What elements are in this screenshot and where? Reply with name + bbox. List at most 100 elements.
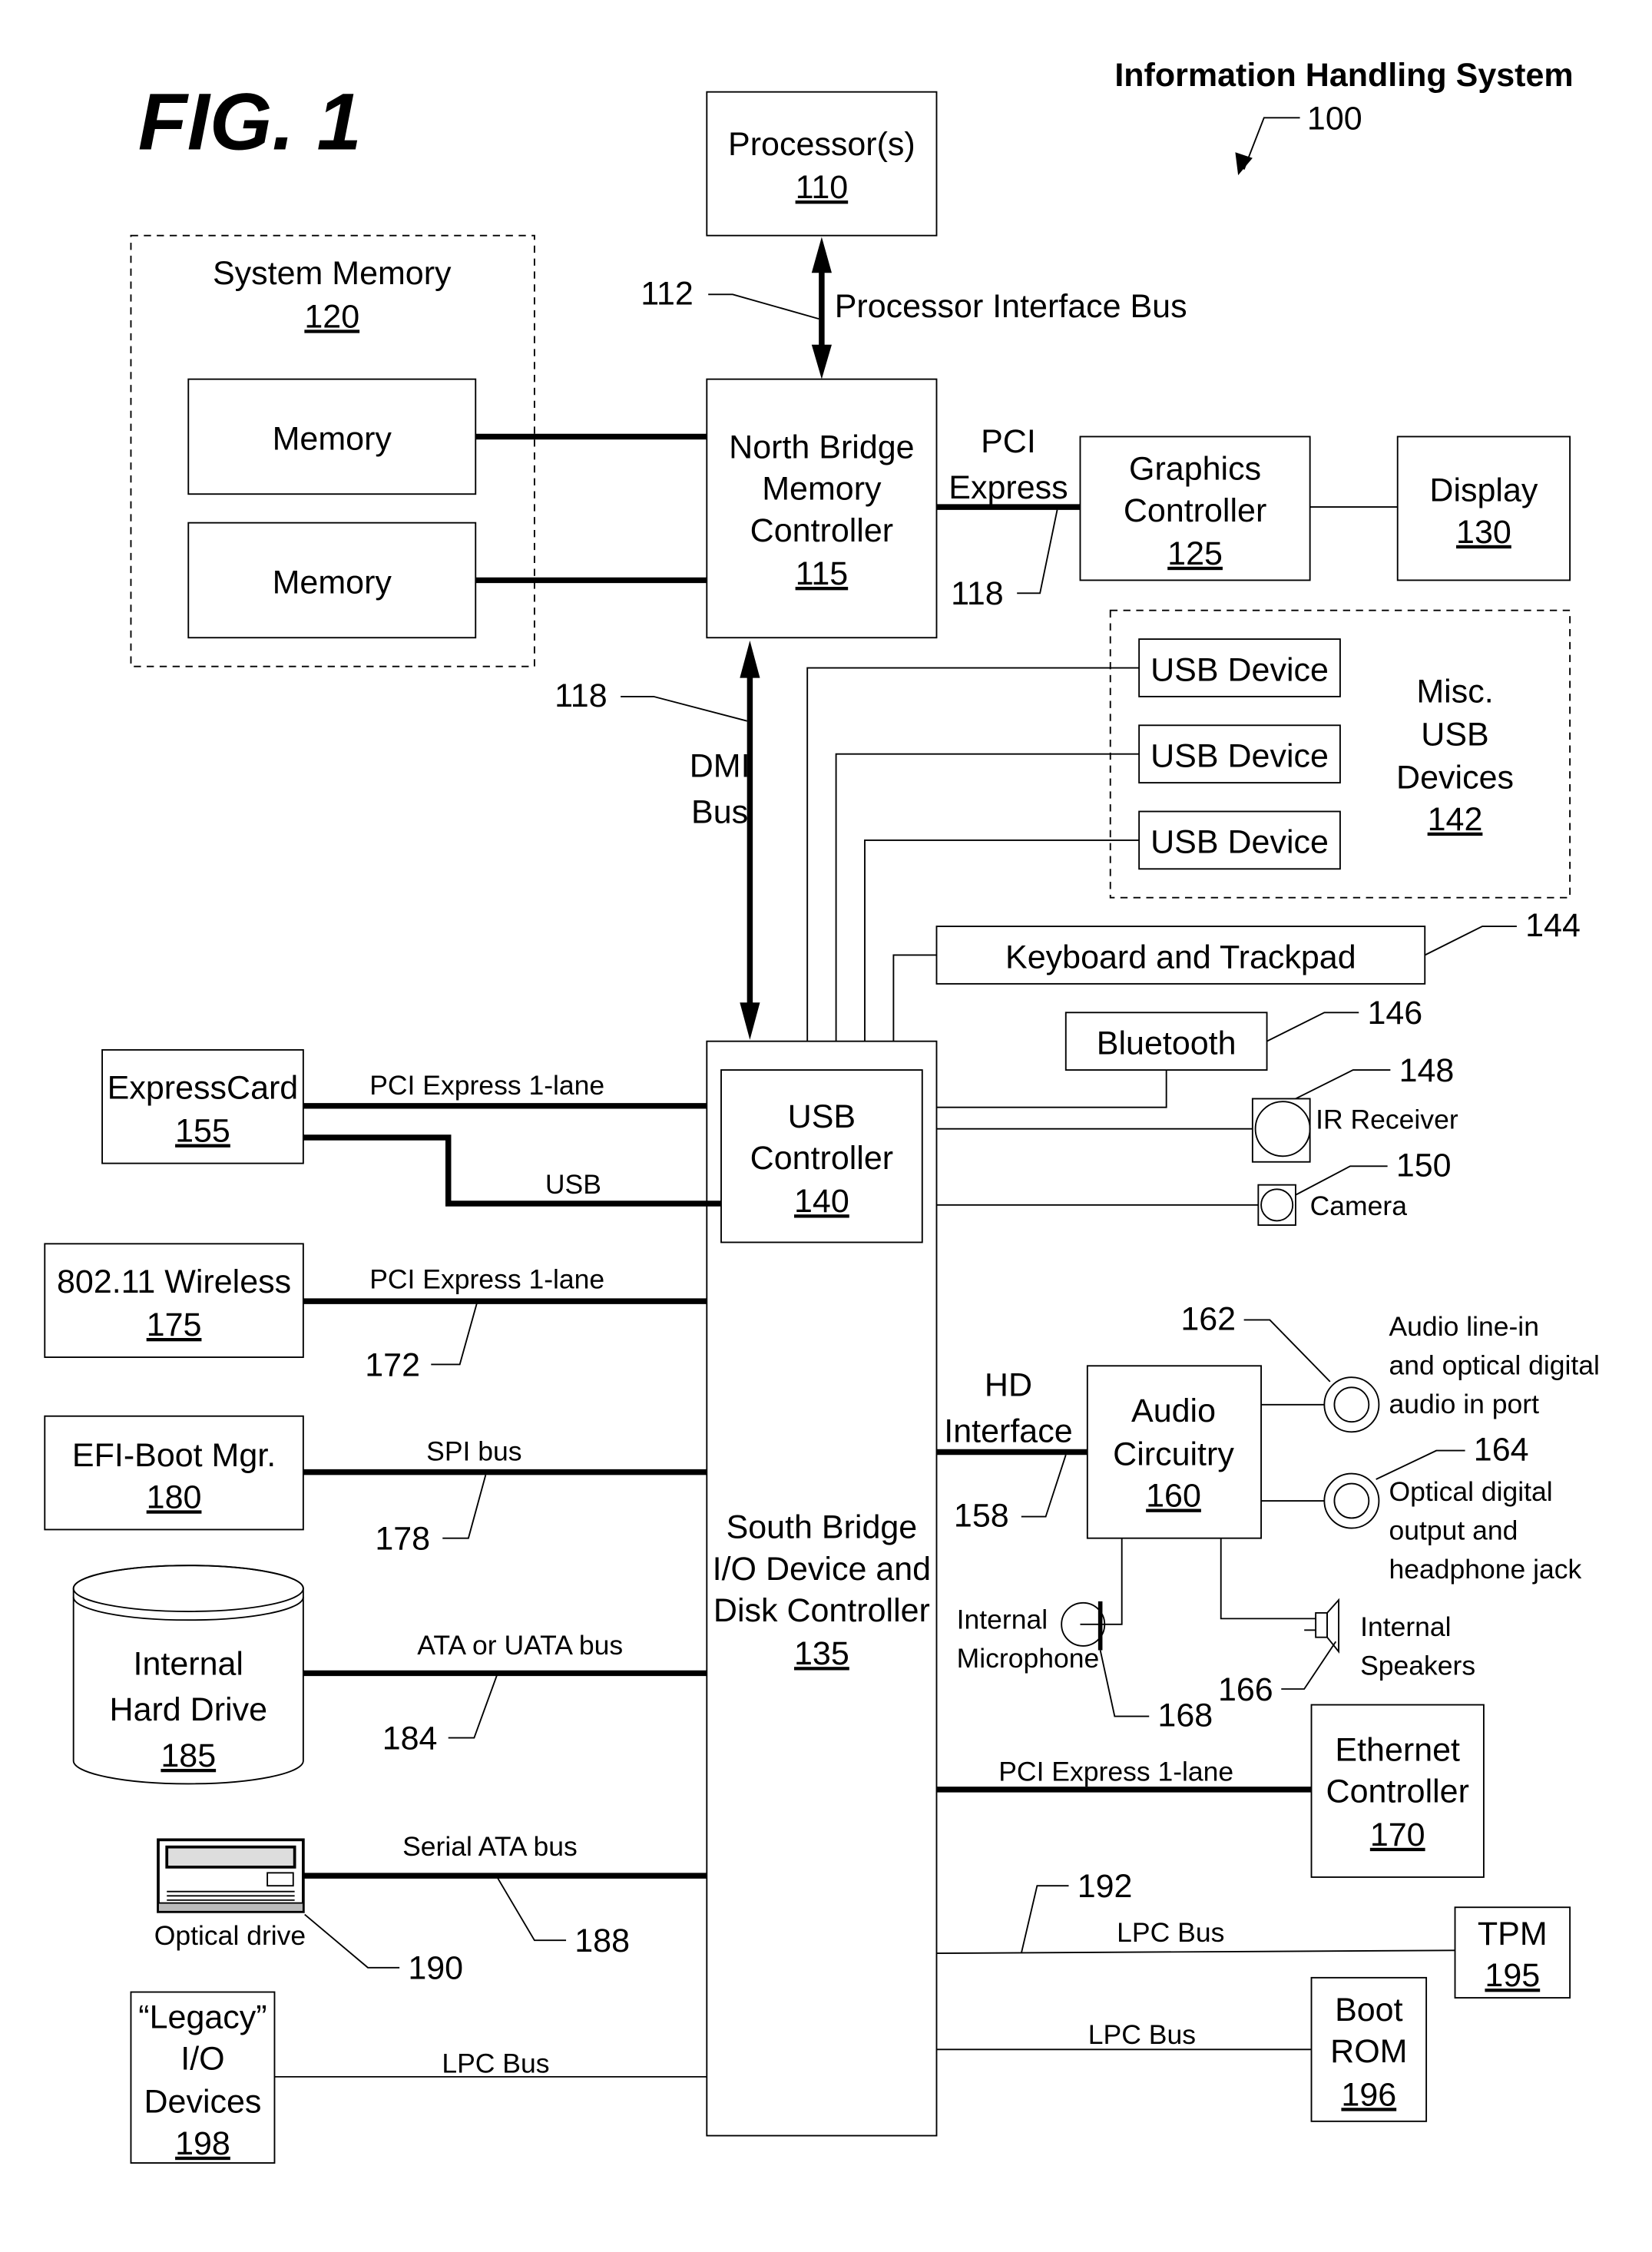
bluetooth-block[interactable]: Bluetooth bbox=[1064, 1012, 1268, 1071]
hard-drive[interactable]: Internal Hard Drive 185 bbox=[72, 1565, 304, 1785]
ref-112: 112 bbox=[641, 275, 694, 312]
graphics-number: 125 bbox=[1167, 535, 1223, 572]
north-bridge-block[interactable]: North Bridge Memory Controller 115 bbox=[706, 378, 938, 639]
usb-device-1-link bbox=[806, 667, 1140, 1071]
block-diagram: FIG. 1 Information Handling System 100 P… bbox=[44, 57, 1600, 2164]
optical-drive-label: Optical drive bbox=[154, 1920, 306, 1951]
camera[interactable]: Camera bbox=[1257, 1184, 1407, 1226]
ref-144: 144 bbox=[1525, 907, 1581, 944]
usb-device-2[interactable]: USB Device bbox=[1138, 724, 1341, 784]
wireless-number: 175 bbox=[147, 1306, 202, 1343]
usb-controller-label-1: USB bbox=[788, 1098, 856, 1135]
ref-172-leader bbox=[431, 1302, 478, 1366]
system-ref-leader bbox=[1243, 117, 1300, 170]
audio-label-2: Circuitry bbox=[1113, 1436, 1234, 1472]
ethernet-label-2: Controller bbox=[1326, 1773, 1469, 1810]
ref-148-leader bbox=[1295, 1069, 1391, 1100]
ref-166-leader bbox=[1281, 1641, 1337, 1690]
boot-rom-block[interactable]: Boot ROM 196 bbox=[1310, 1976, 1428, 2122]
graphics-controller-block[interactable]: Graphics Controller 125 bbox=[1079, 435, 1311, 581]
north-bridge-label-1: North Bridge bbox=[729, 429, 914, 465]
ref-164: 164 bbox=[1474, 1432, 1529, 1469]
wireless-pcie-label: PCI Express 1-lane bbox=[369, 1263, 604, 1294]
audio-out-label-1: Optical digital bbox=[1389, 1476, 1553, 1507]
north-bridge-label-2: Memory bbox=[762, 471, 882, 508]
ethernet-controller-block[interactable]: Ethernet Controller 170 bbox=[1310, 1704, 1485, 1878]
audio-out-port[interactable] bbox=[1323, 1472, 1380, 1529]
usb-controller-label-2: Controller bbox=[750, 1140, 893, 1177]
audio-circuitry-block[interactable]: Audio Circuitry 160 bbox=[1086, 1365, 1263, 1539]
optical-drive[interactable]: Optical drive bbox=[154, 1838, 306, 1951]
usb-controller-block[interactable]: USB Controller 140 bbox=[720, 1069, 923, 1244]
usb-controller-number: 140 bbox=[794, 1183, 849, 1220]
legacy-io-block[interactable]: “Legacy” I/O Devices 198 bbox=[130, 1991, 276, 2164]
wireless-block[interactable]: 802.11 Wireless 175 bbox=[44, 1243, 304, 1358]
ref-118-a: 118 bbox=[951, 575, 1004, 612]
sata-bus-label: Serial ATA bus bbox=[402, 1831, 578, 1862]
ref-188: 188 bbox=[574, 1922, 630, 1959]
ref-158-leader bbox=[1021, 1454, 1067, 1518]
graphics-label-2: Controller bbox=[1124, 492, 1266, 529]
tpm-label: TPM bbox=[1478, 1916, 1548, 1952]
lpc-legacy-label: LPC Bus bbox=[442, 2048, 549, 2078]
ref-168: 168 bbox=[1157, 1697, 1213, 1734]
pci-label: PCI bbox=[981, 423, 1036, 460]
ref-150: 150 bbox=[1396, 1147, 1452, 1184]
system-title: Information Handling System bbox=[1114, 57, 1573, 94]
speakers-label-1: Internal bbox=[1360, 1611, 1451, 1642]
audio-in-label-3: audio in port bbox=[1389, 1389, 1540, 1419]
legacy-label-1: “Legacy” bbox=[138, 1999, 267, 2035]
audio-label-1: Audio bbox=[1131, 1393, 1216, 1429]
audio-out-label-2: output and bbox=[1389, 1515, 1518, 1546]
audio-in-label-2: and optical digital bbox=[1389, 1350, 1600, 1380]
tpm-block[interactable]: TPM 195 bbox=[1454, 1906, 1571, 1999]
efi-boot-manager-block[interactable]: EFI-Boot Mgr. 180 bbox=[44, 1415, 304, 1531]
ref-168-leader bbox=[1099, 1650, 1150, 1717]
hard-drive-label-1: Internal bbox=[134, 1645, 243, 1682]
hd-interface-label-1: HD bbox=[985, 1367, 1032, 1404]
display-number: 130 bbox=[1456, 514, 1511, 551]
pci-express-graphics-bus: PCI Express 118 bbox=[936, 423, 1081, 612]
expresscard-label: ExpressCard bbox=[108, 1069, 299, 1106]
legacy-label-2: I/O bbox=[180, 2041, 224, 2078]
ref-158: 158 bbox=[954, 1498, 1009, 1535]
hard-drive-label-2: Hard Drive bbox=[110, 1691, 268, 1728]
graphics-label-1: Graphics bbox=[1129, 451, 1261, 488]
ref-146-leader bbox=[1266, 1012, 1359, 1042]
lpc-bootrom-label: LPC Bus bbox=[1088, 2019, 1196, 2050]
usb-device-3[interactable]: USB Device bbox=[1138, 810, 1341, 870]
pcie-ethernet-label: PCI Express 1-lane bbox=[998, 1757, 1233, 1787]
ref-192: 192 bbox=[1078, 1868, 1133, 1905]
expresscard-block[interactable]: ExpressCard 155 bbox=[101, 1048, 304, 1164]
south-bridge-label-3: Disk Controller bbox=[713, 1592, 930, 1629]
ethernet-label-1: Ethernet bbox=[1335, 1731, 1460, 1768]
ref-178-leader bbox=[442, 1475, 487, 1539]
bluetooth-label: Bluetooth bbox=[1097, 1025, 1237, 1062]
boot-rom-number: 196 bbox=[1341, 2076, 1396, 2113]
north-bridge-number: 115 bbox=[796, 555, 849, 592]
processor-number: 110 bbox=[796, 169, 849, 206]
ref-172: 172 bbox=[365, 1346, 420, 1383]
audio-in-port[interactable] bbox=[1323, 1376, 1380, 1433]
usb-device-1[interactable]: USB Device bbox=[1138, 638, 1341, 697]
misc-usb-label-3: Devices bbox=[1396, 760, 1514, 796]
south-bridge-label-2: I/O Device and bbox=[713, 1551, 931, 1588]
memory-block-1[interactable]: Memory bbox=[187, 378, 477, 495]
ref-178: 178 bbox=[375, 1521, 430, 1558]
audio-number: 160 bbox=[1146, 1478, 1201, 1515]
efi-label: EFI-Boot Mgr. bbox=[72, 1437, 276, 1474]
legacy-number: 198 bbox=[175, 2125, 230, 2162]
keyboard-trackpad-block[interactable]: Keyboard and Trackpad bbox=[935, 926, 1426, 985]
ref-190-leader bbox=[304, 1913, 400, 1969]
expresscard-pcie-label: PCI Express 1-lane bbox=[369, 1070, 604, 1101]
expresscard-usb-label: USB bbox=[545, 1169, 601, 1200]
ref-184-leader bbox=[448, 1674, 498, 1739]
display-block[interactable]: Display 130 bbox=[1396, 435, 1571, 581]
boot-rom-label-1: Boot bbox=[1335, 1992, 1403, 2028]
processor-block[interactable]: Processor(s) 110 bbox=[706, 91, 938, 237]
north-bridge-label-3: Controller bbox=[750, 512, 893, 549]
boot-rom-label-2: ROM bbox=[1330, 2033, 1407, 2070]
ref-144-leader bbox=[1424, 926, 1517, 956]
ref-118-b: 118 bbox=[555, 677, 607, 714]
memory-block-2[interactable]: Memory bbox=[187, 522, 477, 639]
